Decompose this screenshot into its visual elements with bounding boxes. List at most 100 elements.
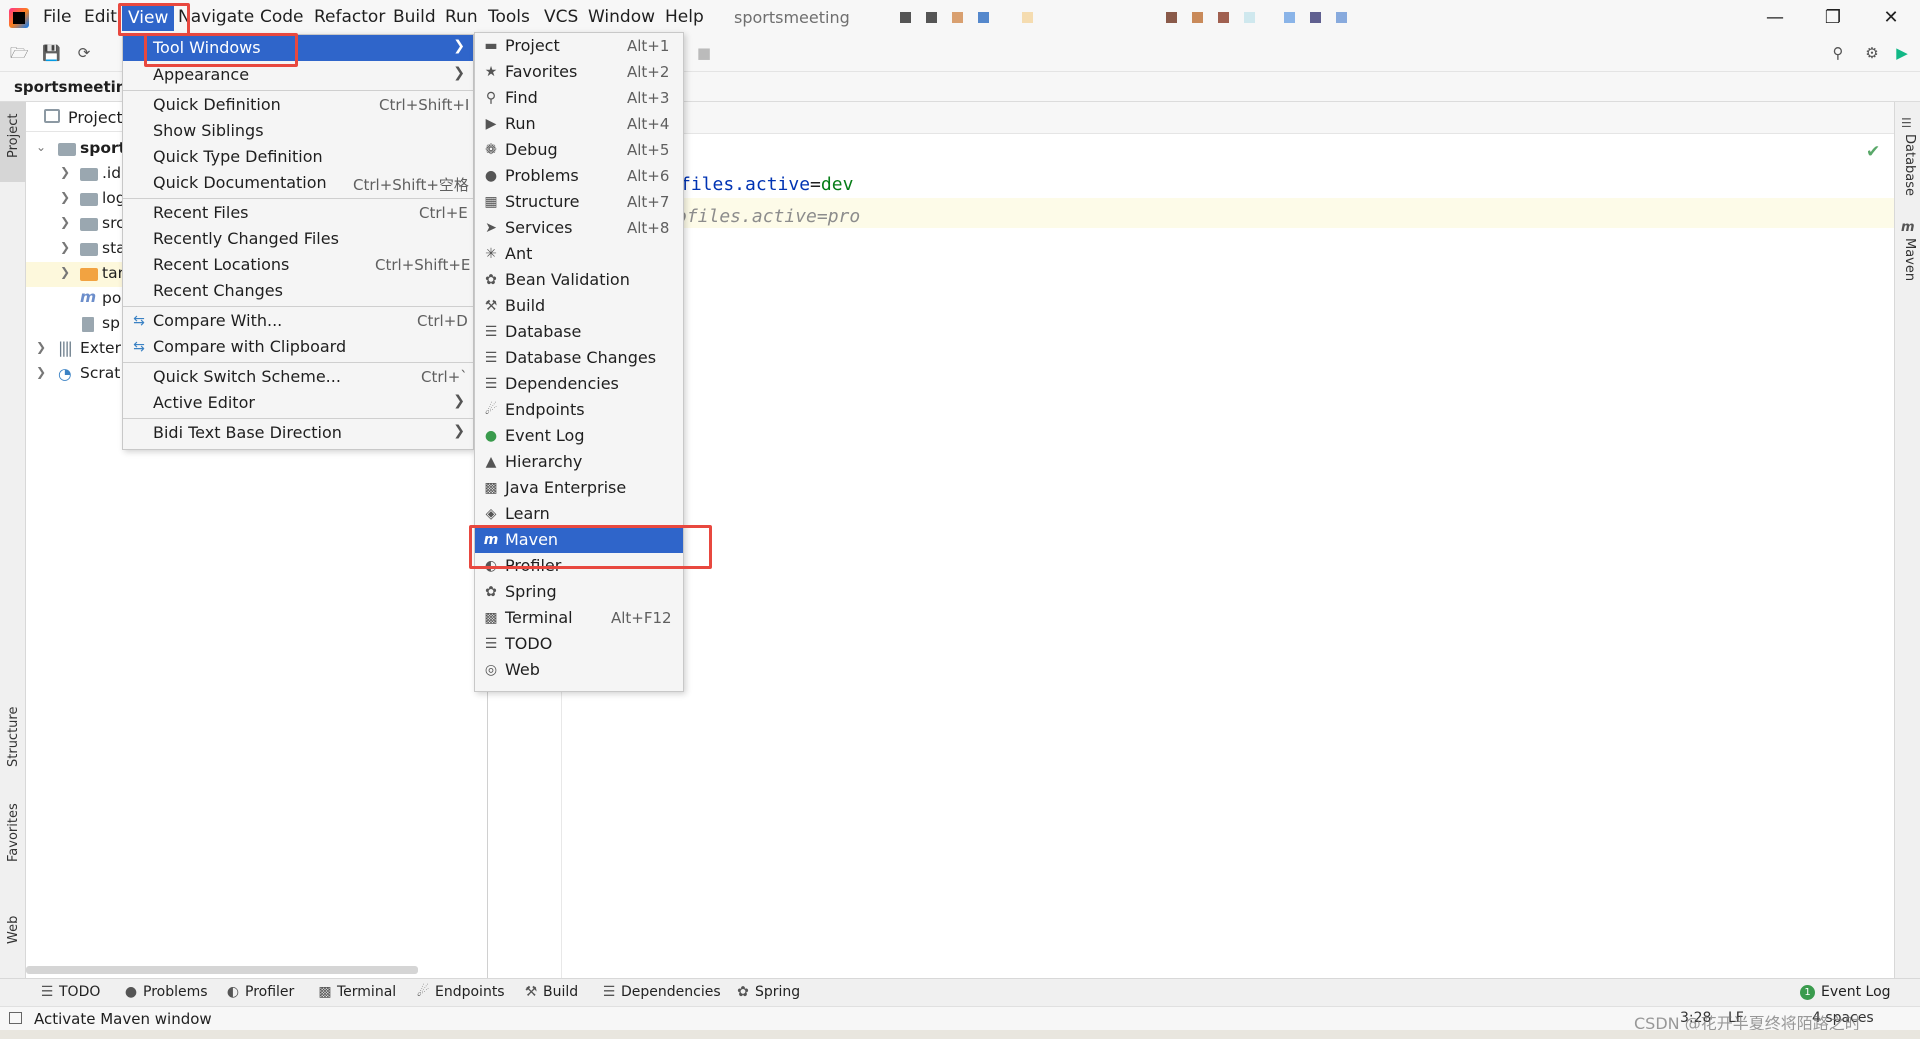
maven-stripe-tab[interactable]: Maven <box>1902 238 1917 281</box>
menu-item-compare-with[interactable]: ⇆ Compare With... Ctrl+D <box>123 308 473 334</box>
tool-window-run[interactable]: ▶ Run Alt+4 <box>475 111 683 137</box>
run-icon: ▶ <box>485 116 497 132</box>
bottom-tab-terminal[interactable]: ▩ Terminal <box>318 984 396 1000</box>
folder-icon <box>80 243 98 256</box>
minimize-button[interactable]: — <box>1752 4 1798 32</box>
web-stripe-tab[interactable]: Web <box>6 916 21 944</box>
menu-item-active-editor[interactable]: Active Editor ❯ <box>123 390 473 416</box>
tool-window-build[interactable]: ⚒ Build <box>475 293 683 319</box>
bottom-tab-build[interactable]: ⚒ Build <box>524 984 578 1000</box>
bottom-tab-dependencies[interactable]: ☰ Dependencies <box>602 984 721 1000</box>
database-icon: ☰ <box>484 324 498 340</box>
tool-window-bean-validation[interactable]: ✿ Bean Validation <box>475 267 683 293</box>
bottom-tab-spring[interactable]: ✿ Spring <box>736 984 800 1000</box>
database-stripe-icon: ☰ <box>1901 116 1912 130</box>
project-view-icon <box>44 109 60 123</box>
folder-icon <box>58 143 76 156</box>
database-stripe-tab[interactable]: Database <box>1902 134 1917 196</box>
project-stripe-label: Project <box>6 113 21 158</box>
project-panel-title[interactable]: Project <box>68 108 123 127</box>
toolbox-icon[interactable]: ▶ <box>1893 44 1911 62</box>
bottom-tab-endpoints[interactable]: ☄ Endpoints <box>416 984 505 1000</box>
folder-icon <box>80 168 98 181</box>
menu-item-recent-locations[interactable]: Recent Locations Ctrl+Shift+E <box>123 252 473 278</box>
open-folder-icon[interactable]: 🗁 <box>10 44 29 62</box>
tool-window-problems[interactable]: ● Problems Alt+6 <box>475 163 683 189</box>
tool-window-database[interactable]: ☰ Database <box>475 319 683 345</box>
menu-item-recently-changed-files[interactable]: Recently Changed Files <box>123 226 473 252</box>
sync-icon[interactable]: ⟳ <box>75 44 93 62</box>
menu-separator <box>123 306 473 307</box>
horizontal-scrollbar[interactable] <box>26 966 418 974</box>
project-stripe-tab[interactable]: Project <box>0 102 26 182</box>
search-icon[interactable]: ⚲ <box>1829 44 1847 62</box>
tool-window-structure[interactable]: ▦ Structure Alt+7 <box>475 189 683 215</box>
menu-item-show-siblings[interactable]: Show Siblings <box>123 118 473 144</box>
menu-item-quick-type-definition[interactable]: Quick Type Definition <box>123 144 473 170</box>
menu-item-recent-changes[interactable]: Recent Changes <box>123 278 473 304</box>
tool-window-event-log[interactable]: ● Event Log <box>475 423 683 449</box>
folder-icon <box>80 268 98 281</box>
menu-file[interactable]: File <box>43 7 71 27</box>
tool-window-ant[interactable]: ✳ Ant <box>475 241 683 267</box>
problems-icon: ● <box>124 984 138 1000</box>
breadcrumb-project[interactable]: sportsmeeting <box>14 78 137 96</box>
menu-vcs[interactable]: VCS <box>544 7 578 27</box>
bottom-tab-problems[interactable]: ● Problems <box>124 984 208 1000</box>
menu-code[interactable]: Code <box>260 7 304 27</box>
spring-icon: ✿ <box>737 984 749 1000</box>
tool-window-find[interactable]: ⚲ Find Alt+3 <box>475 85 683 111</box>
menu-run[interactable]: Run <box>445 7 478 27</box>
close-button[interactable]: ✕ <box>1868 4 1914 32</box>
tool-window-project[interactable]: ▬ Project Alt+1 <box>475 33 683 59</box>
favorites-stripe-tab[interactable]: Favorites <box>6 803 21 862</box>
web-icon: ◎ <box>484 662 498 678</box>
star-icon: ★ <box>484 64 498 80</box>
toggle-tool-windows-icon[interactable] <box>9 1012 22 1024</box>
tool-window-services[interactable]: ➤ Services Alt+8 <box>475 215 683 241</box>
tool-window-hierarchy[interactable]: ▲ Hierarchy <box>475 449 683 475</box>
tool-window-todo[interactable]: ☰ TODO <box>475 631 683 657</box>
todo-icon: ☰ <box>484 636 498 652</box>
menu-separator <box>123 90 473 91</box>
menu-help[interactable]: Help <box>665 7 704 27</box>
stop-icon[interactable]: ■ <box>695 44 713 62</box>
save-icon[interactable]: 💾 <box>42 44 61 62</box>
tool-window-web[interactable]: ◎ Web <box>475 657 683 683</box>
bottom-tool-stripe: ☰ TODO ● Problems ◐ Profiler ▩ Terminal ☄ End… <box>0 978 1920 1006</box>
tool-window-favorites[interactable]: ★ Favorites Alt+2 <box>475 59 683 85</box>
spring-icon: ✿ <box>485 584 497 600</box>
tool-window-dependencies[interactable]: ☰ Dependencies <box>475 371 683 397</box>
tool-window-endpoints[interactable]: ☄ Endpoints <box>475 397 683 423</box>
menu-build[interactable]: Build <box>393 7 436 27</box>
settings-gear-icon[interactable]: ⚙ <box>1863 44 1881 62</box>
menu-edit[interactable]: Edit <box>84 7 117 27</box>
menu-window[interactable]: Window <box>588 7 655 27</box>
profiler-icon: ◐ <box>226 984 240 1000</box>
tool-window-terminal[interactable]: ▩ Terminal Alt+F12 <box>475 605 683 631</box>
menu-item-compare-with-clipboard[interactable]: ⇆ Compare with Clipboard <box>123 334 473 360</box>
inspection-ok-icon[interactable]: ✔ <box>1866 142 1880 162</box>
compare-icon: ⇆ <box>133 313 145 329</box>
menu-separator <box>123 362 473 363</box>
tool-window-java-enterprise[interactable]: ▩ Java Enterprise <box>475 475 683 501</box>
menu-item-recent-files[interactable]: Recent Files Ctrl+E <box>123 200 473 226</box>
menu-item-bidi-text-base-direction[interactable]: Bidi Text Base Direction ❯ <box>123 420 473 446</box>
tool-window-debug[interactable]: ❁ Debug Alt+5 <box>475 137 683 163</box>
tool-window-spring[interactable]: ✿ Spring <box>475 579 683 605</box>
menu-item-quick-switch-scheme[interactable]: Quick Switch Scheme... Ctrl+` <box>123 364 473 390</box>
tool-window-learn[interactable]: ◈ Learn <box>475 501 683 527</box>
editor-area[interactable]: ✕ files.active=dev ofiles.active=pro ✔ <box>542 102 1894 978</box>
menu-item-quick-definition[interactable]: Quick Definition Ctrl+Shift+I <box>123 92 473 118</box>
bottom-tab-todo[interactable]: ☰ TODO <box>40 984 101 1000</box>
menu-item-quick-documentation[interactable]: Quick Documentation Ctrl+Shift+空格 <box>123 170 473 196</box>
structure-stripe-tab[interactable]: Structure <box>6 707 21 767</box>
bottom-tab-event-log[interactable]: 1 Event Log <box>1800 984 1891 1000</box>
tool-windows-submenu: ▬ Project Alt+1 ★ Favorites Alt+2 ⚲ Find Alt+3… <box>474 32 684 692</box>
tool-window-database-changes[interactable]: ☰ Database Changes <box>475 345 683 371</box>
menu-tools[interactable]: Tools <box>488 7 530 27</box>
menu-refactor[interactable]: Refactor <box>314 7 385 27</box>
redacted-title-blocks <box>900 11 1360 25</box>
maximize-button[interactable]: ❐ <box>1810 4 1856 32</box>
bottom-tab-profiler[interactable]: ◐ Profiler <box>226 984 294 1000</box>
